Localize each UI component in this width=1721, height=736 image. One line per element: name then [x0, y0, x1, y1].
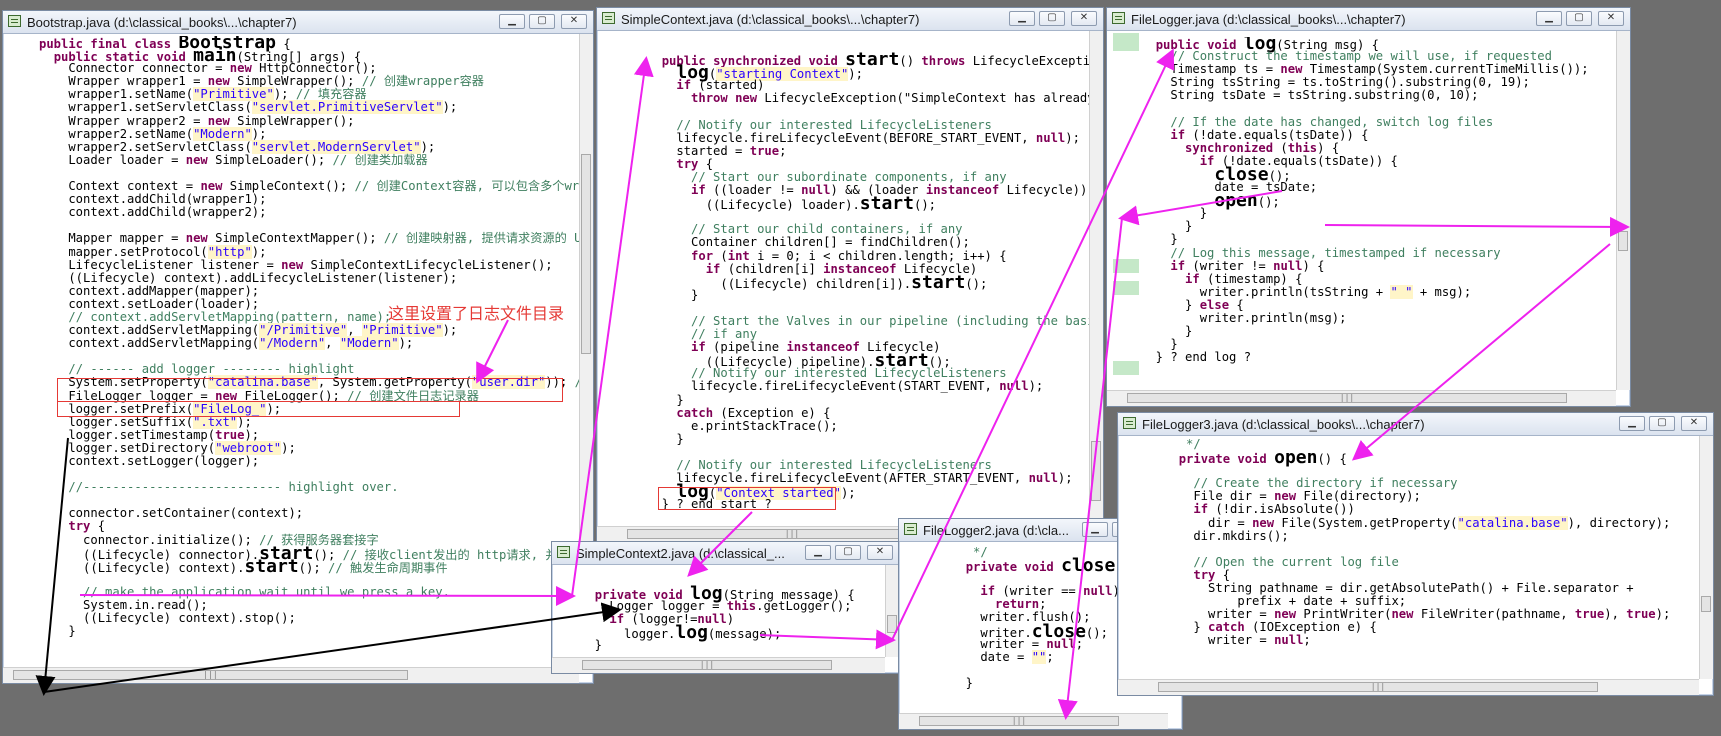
arrow-logger-down [35, 437, 69, 696]
arrow-to-close-method [1057, 217, 1123, 720]
arrow-logger-log [759, 629, 896, 650]
arrow-context-started-to-log [687, 511, 753, 577]
arrow-to-simplecontext-start [571, 56, 654, 597]
arrow-to-open-method [1351, 243, 1611, 461]
arrow-context-start-to-start [79, 585, 576, 606]
arrow-overlay [35, 48, 1630, 720]
arrow-to-filelogger-log [891, 48, 1175, 641]
arrow-open-call [1324, 216, 1630, 237]
arrow-close-call [1118, 190, 1283, 226]
black-arrows [35, 437, 622, 696]
arrow-annotation-to-setproperty [476, 319, 509, 384]
magenta-arrows [79, 48, 1630, 720]
arrow-to-getlogger [43, 602, 622, 693]
